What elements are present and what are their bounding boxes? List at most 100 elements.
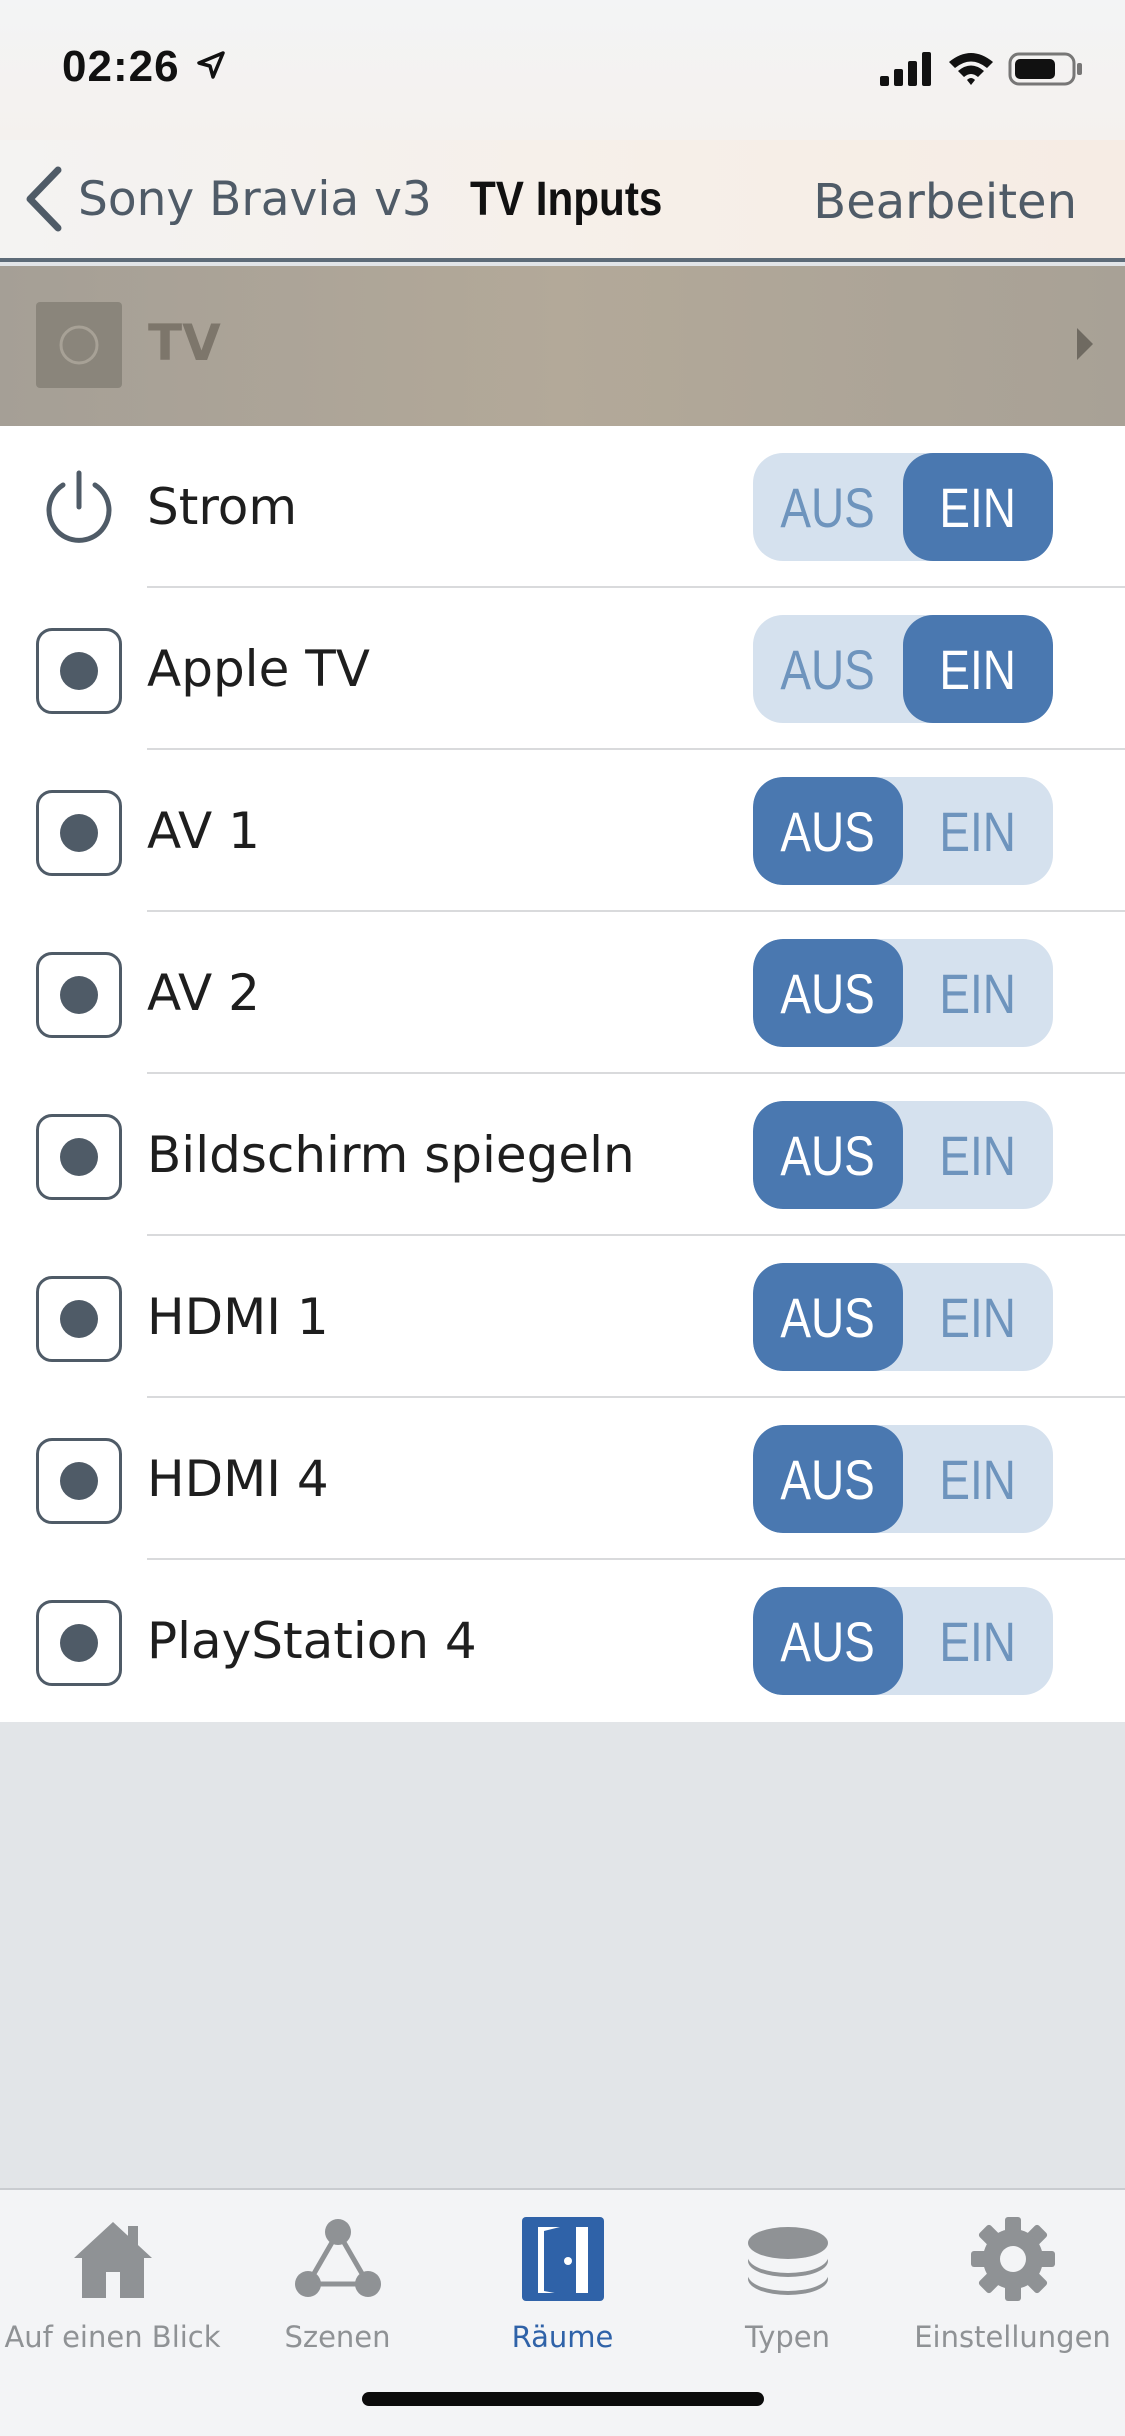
on-off-toggle[interactable]: AUS EIN: [753, 615, 1053, 723]
toggle-on-label: EIN: [939, 961, 1017, 1025]
radio-dot: [60, 976, 98, 1014]
radio-dot: [60, 1624, 98, 1662]
row-label: Bildschirm spiegeln: [147, 1126, 635, 1184]
row-icon: [36, 1600, 122, 1686]
on-off-toggle[interactable]: AUS EIN: [753, 1101, 1053, 1209]
wifi-icon: [949, 53, 993, 85]
door-icon: [521, 2217, 604, 2301]
radio-input-icon: [36, 628, 122, 714]
list-item: PlayStation 4 AUS EIN: [0, 1560, 1125, 1722]
tab-szenen[interactable]: Szenen: [225, 2204, 450, 2404]
tab-label: Einstellungen: [914, 2320, 1111, 2354]
toggle-off-segment[interactable]: AUS: [753, 939, 903, 1047]
gear-icon: [970, 2217, 1055, 2301]
toggle-on-segment[interactable]: EIN: [903, 777, 1053, 885]
status-time: 02:26: [62, 42, 180, 91]
on-off-toggle[interactable]: AUS EIN: [753, 1425, 1053, 1533]
toggle-off-label: AUS: [780, 1609, 876, 1673]
row-icon: [36, 952, 122, 1038]
toggle-off-label: AUS: [780, 1123, 876, 1187]
inputs-list: Strom AUS EIN Apple TV AUS EIN AV 1 AUS EIN AV…: [0, 426, 1125, 1722]
page-title: TV Inputs: [470, 173, 663, 226]
back-button[interactable]: Sony Bravia v3: [24, 164, 432, 234]
house-icon: [73, 2222, 152, 2298]
toggle-on-label: EIN: [939, 637, 1017, 701]
list-item: AV 2 AUS EIN: [0, 912, 1125, 1074]
radio-dot: [60, 1462, 98, 1500]
on-off-toggle[interactable]: AUS EIN: [753, 777, 1053, 885]
toggle-off-segment[interactable]: AUS: [753, 615, 903, 723]
scenes-icon: [294, 2219, 381, 2297]
on-off-toggle[interactable]: AUS EIN: [753, 453, 1053, 561]
toggle-on-label: EIN: [939, 1123, 1017, 1187]
toggle-on-segment[interactable]: EIN: [903, 1587, 1053, 1695]
radio-dot: [60, 652, 98, 690]
edit-button[interactable]: Bearbeiten: [813, 174, 1077, 230]
row-icon: [36, 1438, 122, 1524]
circle-icon: [59, 325, 99, 365]
row-label: AV 2: [147, 964, 260, 1022]
toggle-on-segment[interactable]: EIN: [903, 453, 1053, 561]
toggle-off-label: AUS: [780, 799, 876, 863]
toggle-off-segment[interactable]: AUS: [753, 1425, 903, 1533]
power-icon: [46, 470, 112, 543]
row-icon: [36, 1114, 122, 1200]
tab-raeume[interactable]: Räume: [450, 2204, 675, 2404]
toggle-off-segment[interactable]: AUS: [753, 1101, 903, 1209]
toggle-on-segment[interactable]: EIN: [903, 939, 1053, 1047]
radio-dot: [60, 1300, 98, 1338]
toggle-on-label: EIN: [939, 1609, 1017, 1673]
toggle-off-segment[interactable]: AUS: [753, 453, 903, 561]
row-label: AV 1: [147, 802, 260, 860]
list-item: HDMI 4 AUS EIN: [0, 1398, 1125, 1560]
row-label: PlayStation 4: [147, 1612, 477, 1670]
radio-dot: [60, 814, 98, 852]
toggle-on-label: EIN: [939, 475, 1017, 539]
toggle-off-label: AUS: [780, 1285, 876, 1349]
toggle-on-label: EIN: [939, 799, 1017, 863]
toggle-off-segment[interactable]: AUS: [753, 1587, 903, 1695]
toggle-on-segment[interactable]: EIN: [903, 1101, 1053, 1209]
battery-icon: [1008, 52, 1082, 86]
signal-icon: [880, 52, 931, 86]
toggle-off-label: AUS: [780, 637, 876, 701]
toggle-off-label: AUS: [780, 961, 876, 1025]
on-off-toggle[interactable]: AUS EIN: [753, 1587, 1053, 1695]
toggle-on-segment[interactable]: EIN: [903, 1263, 1053, 1371]
device-header[interactable]: TV: [0, 266, 1125, 426]
on-off-toggle[interactable]: AUS EIN: [753, 939, 1053, 1047]
device-label: TV: [148, 314, 221, 372]
tab-auf-einen-blick[interactable]: Auf einen Blick: [0, 2204, 225, 2404]
row-icon: [36, 628, 122, 714]
list-item: Bildschirm spiegeln AUS EIN: [0, 1074, 1125, 1236]
radio-input-icon: [36, 790, 122, 876]
tab-typen[interactable]: Typen: [675, 2204, 900, 2404]
toggle-off-segment[interactable]: AUS: [753, 777, 903, 885]
radio-input-icon: [36, 1600, 122, 1686]
location-arrow-icon: [197, 51, 225, 79]
list-item: HDMI 1 AUS EIN: [0, 1236, 1125, 1398]
chevron-left-icon: [26, 166, 62, 232]
list-item: Apple TV AUS EIN: [0, 588, 1125, 750]
list-item: AV 1 AUS EIN: [0, 750, 1125, 912]
toggle-on-segment[interactable]: EIN: [903, 1425, 1053, 1533]
device-icon: [36, 302, 122, 388]
tab-label: Auf einen Blick: [4, 2320, 221, 2354]
list-item: Strom AUS EIN: [0, 426, 1125, 588]
home-indicator: [362, 2392, 764, 2406]
toggle-off-label: AUS: [780, 1447, 876, 1511]
on-off-toggle[interactable]: AUS EIN: [753, 1263, 1053, 1371]
row-label: HDMI 1: [147, 1288, 329, 1346]
toggle-on-label: EIN: [939, 1447, 1017, 1511]
tab-einstellungen[interactable]: Einstellungen: [900, 2204, 1125, 2404]
layers-icon: [747, 2227, 828, 2295]
toggle-off-segment[interactable]: AUS: [753, 1263, 903, 1371]
radio-input-icon: [36, 1276, 122, 1362]
radio-input-icon: [36, 952, 122, 1038]
radio-input-icon: [36, 1114, 122, 1200]
toggle-on-segment[interactable]: EIN: [903, 615, 1053, 723]
row-icon: [36, 466, 122, 552]
back-button-label: Sony Bravia v3: [78, 171, 432, 227]
row-icon: [36, 1276, 122, 1362]
row-label: Apple TV: [147, 640, 370, 698]
